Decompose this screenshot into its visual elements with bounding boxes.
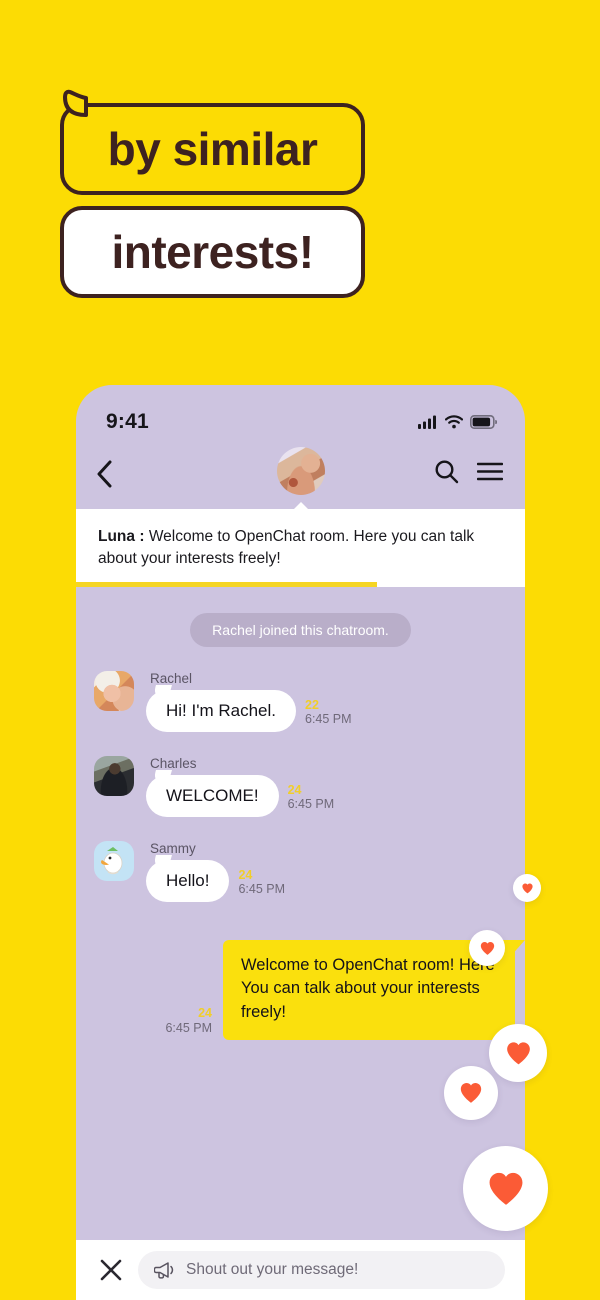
message-bubble[interactable]: WELCOME! [146, 774, 279, 817]
message-body: Charles WELCOME! 24 6:45 PM [146, 756, 334, 817]
message-input-placeholder: Shout out your message! [186, 1261, 359, 1278]
outgoing-message-row: 24 6:45 PM Welcome to OpenChat room! Her… [76, 939, 525, 1041]
message-body: Rachel Hi! I'm Rachel. 22 6:45 PM [146, 671, 352, 732]
message-composer: Shout out your message! [76, 1240, 525, 1300]
room-avatar[interactable] [276, 447, 325, 495]
message-meta: 24 6:45 PM [238, 867, 286, 902]
message-meta: 22 6:45 PM [305, 697, 352, 732]
headline-bubble-yellow: by similar [60, 89, 365, 195]
system-message-chip: Rachel joined this chatroom. [190, 612, 411, 647]
outgoing-read-count: 24 [198, 1005, 212, 1020]
status-bar: 9:41 [76, 385, 525, 445]
message-read-count: 24 [287, 782, 302, 797]
phone-mockup: 9:41 Luna: Welcome to OpenChat room. He… [76, 385, 525, 1300]
promo-screenshot: by similar interests! 9:41 Luna: Welcom… [0, 0, 600, 1300]
battery-icon [470, 415, 497, 429]
announcement-notch [292, 502, 309, 510]
heart-reaction-5[interactable] [463, 1146, 548, 1231]
system-message-row: Rachel joined this chatroom. [76, 612, 525, 647]
announcement-banner[interactable]: Luna : Welcome to OpenChat room. Here yo… [76, 502, 525, 587]
announcement-body: Welcome to OpenChat room. Here you can t… [98, 528, 475, 568]
heart-icon [480, 941, 494, 955]
announcement-progress-bar [76, 581, 377, 587]
heart-icon [489, 1172, 522, 1205]
message-time: 6:45 PM [287, 797, 335, 812]
message-meta: 24 6:45 PM [287, 782, 335, 817]
outgoing-message-meta: 24 6:45 PM [165, 1005, 212, 1040]
message-sender-name: Rachel [150, 670, 193, 686]
menu-button[interactable] [476, 462, 504, 486]
chevron-left-icon [97, 460, 112, 488]
headline-line-2: interests! [111, 226, 314, 278]
message-body: Sammy Hello! 24 6:45 PM [146, 841, 285, 902]
headline-line-1: by similar [107, 123, 318, 175]
message-input-wrapper[interactable]: Shout out your message! [138, 1251, 505, 1289]
search-button[interactable] [434, 459, 459, 489]
megaphone-icon [154, 1262, 174, 1279]
message-row: Sammy Hello! 24 6:45 PM [76, 840, 525, 902]
heart-reaction-2[interactable] [469, 930, 505, 966]
close-x-icon [100, 1259, 122, 1281]
message-time: 6:45 PM [305, 712, 352, 727]
message-name-column: Rachel Hi! I'm Rachel. [146, 671, 296, 732]
message-bubble[interactable]: Hi! I'm Rachel. [146, 689, 296, 732]
message-read-count: 22 [305, 697, 319, 712]
message-sender-name: Sammy [150, 840, 196, 856]
heart-reaction-3[interactable] [489, 1024, 547, 1082]
status-bar-icons [418, 415, 497, 429]
announcement-sender: Luna : [98, 528, 145, 545]
heart-reaction-4[interactable] [444, 1066, 498, 1120]
message-read-count: 24 [238, 867, 253, 882]
message-bubble[interactable]: Hello! [146, 859, 230, 902]
announcement-text: Luna : Welcome to OpenChat room. Here yo… [98, 526, 505, 571]
search-icon [435, 460, 459, 484]
hamburger-menu-icon [476, 462, 504, 481]
duck-sticker-icon [101, 846, 123, 875]
close-composer-button[interactable] [98, 1257, 124, 1283]
message-name-column: Charles WELCOME! [146, 756, 279, 817]
heart-icon [506, 1041, 530, 1064]
rachel-avatar[interactable] [94, 670, 134, 711]
speech-tail-icon [63, 89, 88, 117]
headline-bubble-white: interests! [60, 206, 365, 298]
outgoing-message-time: 6:45 PM [165, 1020, 212, 1035]
back-button[interactable] [96, 459, 122, 489]
heart-icon [521, 883, 533, 893]
heart-icon [460, 1083, 482, 1103]
message-time: 6:45 PM [238, 882, 286, 897]
message-sender-name: Charles [150, 755, 197, 771]
sammy-avatar[interactable] [94, 840, 134, 881]
status-bar-clock: 9:41 [106, 410, 149, 433]
message-row: Charles WELCOME! 24 6:45 PM [76, 755, 525, 817]
heart-reaction-1[interactable] [513, 874, 541, 902]
charles-avatar[interactable] [94, 755, 134, 796]
message-name-column: Sammy Hello! [146, 840, 230, 902]
cellular-signal-icon [418, 415, 436, 429]
message-row: Rachel Hi! I'm Rachel. 22 6:45 PM [76, 670, 525, 732]
chat-header [76, 445, 525, 503]
chat-header-actions [434, 459, 504, 489]
wifi-icon [445, 415, 463, 429]
